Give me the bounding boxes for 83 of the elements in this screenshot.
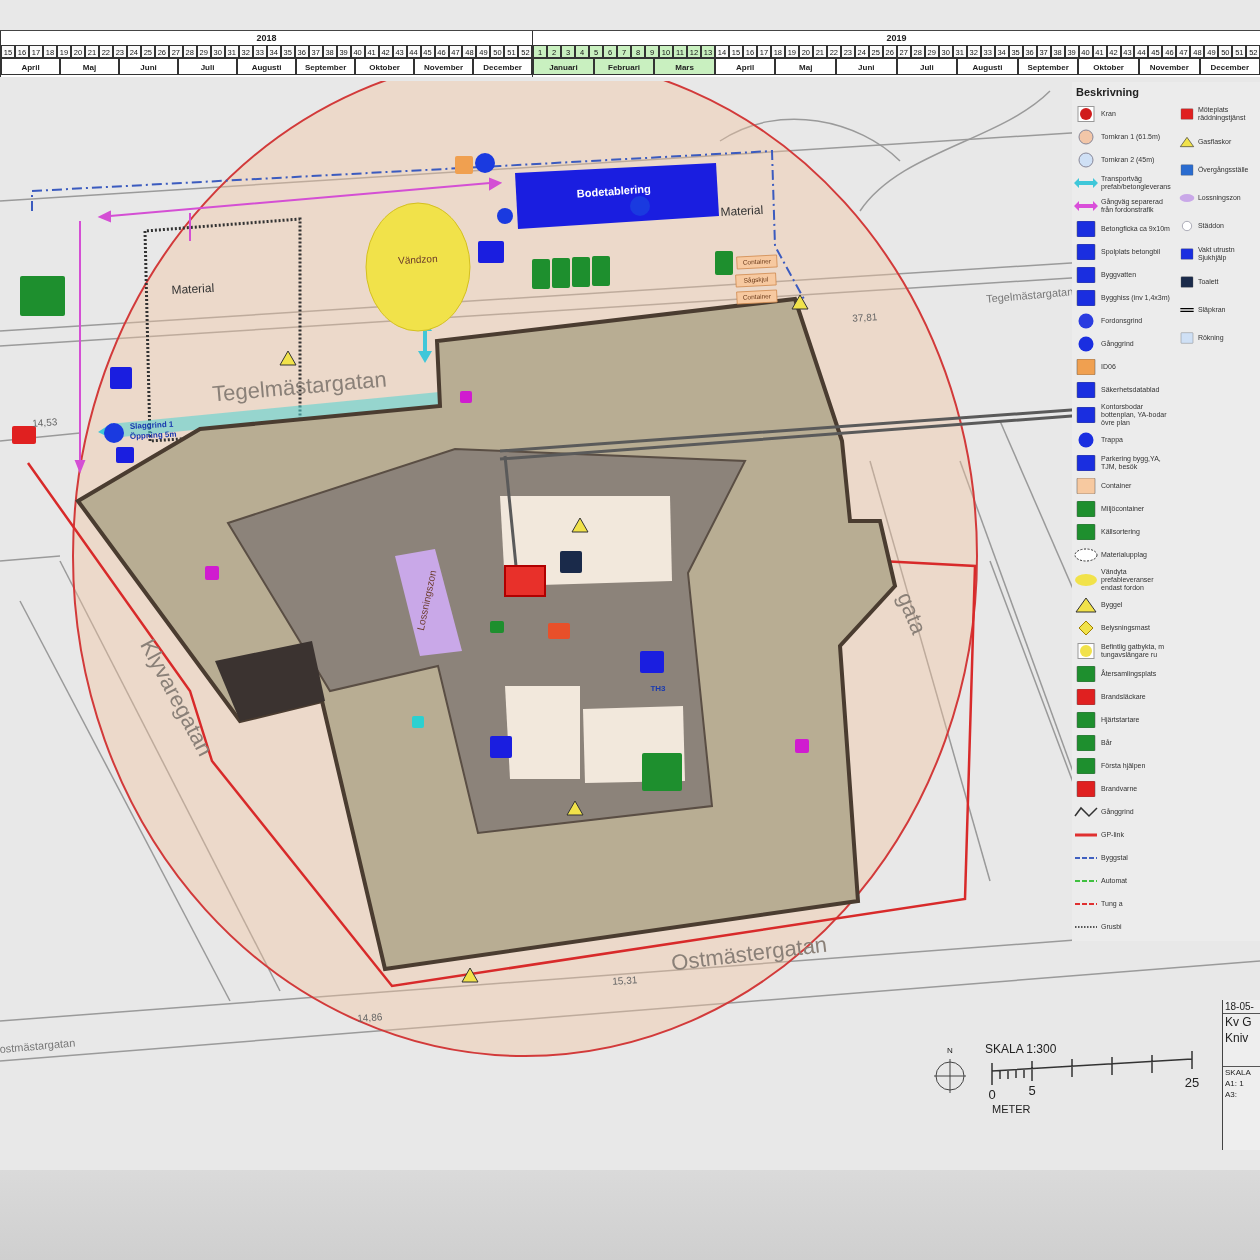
month-cell: November bbox=[1138, 58, 1200, 75]
sign-icon bbox=[642, 753, 682, 791]
sign-icon bbox=[795, 739, 809, 753]
scale-title: SKALA 1:300 bbox=[985, 1042, 1057, 1056]
gate-icon bbox=[475, 153, 495, 173]
month-cell: Augusti bbox=[237, 58, 297, 75]
scale-tick-label: 0 bbox=[988, 1087, 996, 1102]
sign-icon bbox=[455, 156, 473, 174]
north-label: N bbox=[947, 1046, 953, 1055]
legend-title: Beskrivning bbox=[1076, 86, 1140, 98]
map-note: Slaggrind 1 bbox=[129, 419, 174, 431]
sign-icon bbox=[490, 621, 504, 633]
month-cell: Januari bbox=[533, 58, 594, 75]
warning-icon bbox=[279, 350, 297, 366]
sign-icon bbox=[116, 447, 134, 463]
area-label: Bodetablering bbox=[576, 182, 652, 200]
month-cell: Augusti bbox=[957, 58, 1018, 75]
elevation-label: 15,31 bbox=[611, 974, 638, 987]
elevation-label: 14,53 bbox=[31, 416, 58, 429]
month-cell: September bbox=[296, 58, 356, 75]
sign-icon bbox=[110, 367, 132, 389]
sign-icon bbox=[205, 566, 219, 580]
title-block-field: 18-05- bbox=[1223, 1000, 1260, 1014]
area-label: Material bbox=[720, 202, 764, 220]
month-cell: April bbox=[1, 58, 60, 75]
title-block-field: A1: 1 bbox=[1223, 1078, 1260, 1089]
street-name: gata bbox=[892, 588, 932, 638]
month-cell: December bbox=[1199, 58, 1260, 75]
map-note: Öppning 5m bbox=[129, 429, 177, 441]
elevation-label: 37,81 bbox=[851, 311, 878, 324]
north-arrow-icon bbox=[933, 1058, 967, 1094]
month-cell: Maj bbox=[775, 58, 837, 75]
month-cell: Juni bbox=[836, 58, 897, 75]
month-cell: Mars bbox=[654, 58, 715, 75]
zone-label: Vändzon bbox=[397, 253, 438, 267]
sign-icon bbox=[552, 258, 570, 288]
sign-icon bbox=[592, 256, 610, 286]
scale-tick-label: 5 bbox=[1028, 1083, 1036, 1098]
warning-icon bbox=[461, 967, 479, 983]
sign-icon bbox=[640, 651, 664, 673]
year-label: 2018 bbox=[255, 32, 278, 45]
sign-icon bbox=[20, 276, 65, 316]
gate-icon bbox=[104, 423, 124, 443]
sign-icon bbox=[412, 716, 424, 728]
street-name: Tegelmästargatan bbox=[985, 285, 1074, 305]
month-cell: Juni bbox=[119, 58, 179, 75]
sign-icon bbox=[490, 736, 512, 758]
month-cell: Juli bbox=[178, 58, 238, 75]
sign-icon bbox=[548, 623, 570, 639]
sign-icon bbox=[572, 257, 590, 287]
street-name: ostmästargatan bbox=[0, 1036, 76, 1055]
gate-icon bbox=[497, 208, 513, 224]
title-block-field: A3: bbox=[1223, 1089, 1260, 1100]
warning-icon bbox=[566, 800, 584, 816]
sign-icon bbox=[532, 259, 550, 289]
sign-icon bbox=[460, 391, 472, 403]
elevation-label: 14,86 bbox=[356, 1011, 383, 1024]
month-cell: Oktober bbox=[1078, 58, 1139, 75]
month-cell: Februari bbox=[593, 58, 655, 75]
month-cell: Maj bbox=[60, 58, 120, 75]
month-cell: Oktober bbox=[355, 58, 415, 75]
month-cell: September bbox=[1017, 58, 1079, 75]
month-cell: April bbox=[714, 58, 776, 75]
scale-tick-label: 25 bbox=[1184, 1075, 1200, 1090]
gate-icon bbox=[630, 196, 650, 216]
sign-icon bbox=[478, 241, 504, 263]
warning-icon bbox=[791, 294, 809, 310]
area-label: Material bbox=[171, 280, 215, 298]
map-note: TH3 bbox=[650, 684, 666, 693]
scale-unit: METER bbox=[992, 1103, 1031, 1115]
street-name: Ostmästergatan bbox=[669, 931, 829, 976]
title-block-field: SKALA bbox=[1223, 1066, 1260, 1078]
street-name: Tegelmästargatan bbox=[211, 366, 388, 407]
month-cell: November bbox=[414, 58, 474, 75]
month-cell: Juli bbox=[896, 58, 958, 75]
sign-icon bbox=[560, 551, 582, 573]
sign-icon bbox=[12, 426, 36, 444]
year-label: 2019 bbox=[885, 32, 908, 45]
title-block-field: Kniv bbox=[1223, 1030, 1260, 1046]
warning-icon bbox=[571, 517, 589, 533]
title-block-field: Kv G bbox=[1223, 1014, 1260, 1030]
sign-icon bbox=[715, 251, 733, 275]
month-cell: December bbox=[473, 58, 533, 75]
